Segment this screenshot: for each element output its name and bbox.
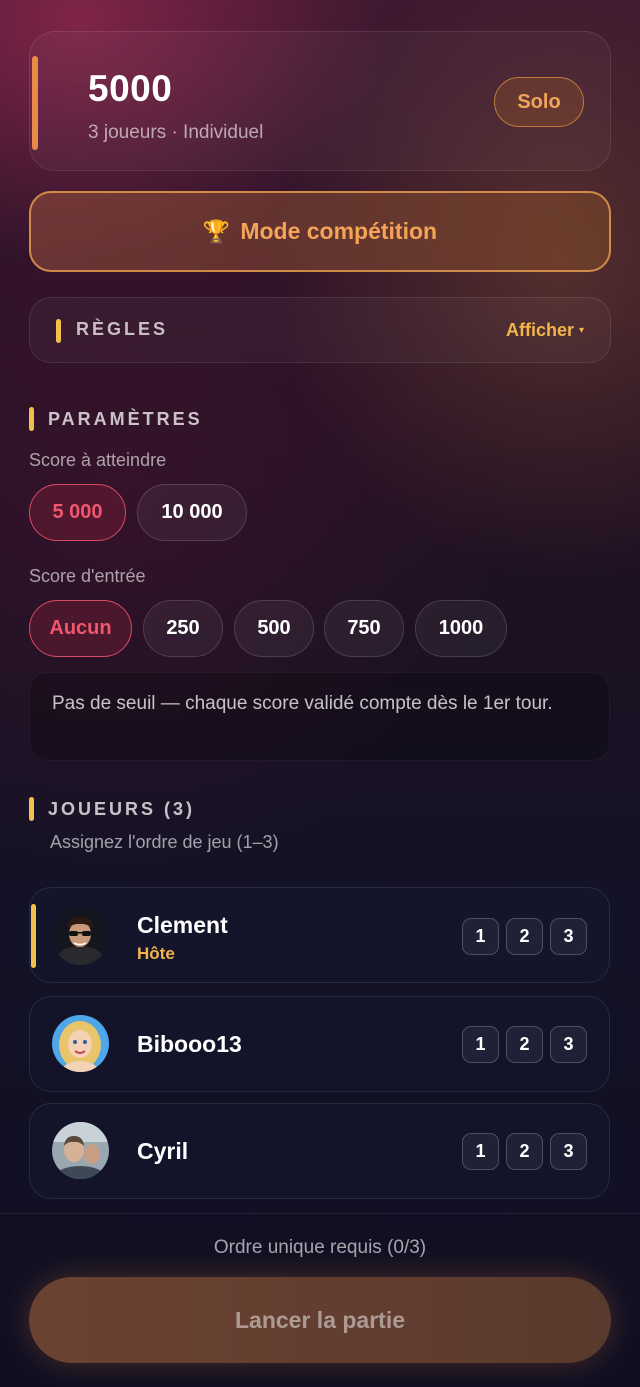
player-row-cyril: Cyril 1 2 3	[29, 1103, 610, 1199]
order-button-1[interactable]: 1	[462, 1026, 499, 1063]
order-button-2[interactable]: 2	[506, 918, 543, 955]
competition-mode-label: Mode compétition	[240, 218, 438, 244]
target-option-5000[interactable]: 5 000	[29, 484, 126, 541]
mode-badge: Solo	[494, 77, 584, 127]
target-score-label: Score à atteindre	[29, 450, 167, 470]
player-row-bibooo13: Bibooo13 1 2 3	[29, 996, 610, 1092]
entry-score-label: Score d'entrée	[29, 566, 146, 586]
order-button-3[interactable]: 3	[550, 1133, 587, 1170]
game-title: 5000	[88, 68, 173, 109]
avatar-cyril	[52, 1122, 109, 1179]
threshold-info-text: Pas de seuil — chaque score validé compt…	[52, 693, 553, 714]
players-title: JOUEURS (3)	[48, 799, 196, 819]
footer-divider	[0, 1213, 640, 1214]
competition-mode-button[interactable]: 🏆 Mode compétition	[29, 191, 611, 272]
player-name: Bibooo13	[137, 1031, 242, 1057]
launch-game-button[interactable]: Lancer la partie	[29, 1277, 611, 1363]
threshold-info-box: Pas de seuil — chaque score validé compt…	[29, 672, 610, 761]
header-accent-bar	[32, 56, 38, 150]
target-option-10000[interactable]: 10 000	[137, 484, 247, 541]
player-row-clement: Clement Hôte 1 2 3	[29, 887, 610, 983]
game-subtitle: 3 joueurs · Individuel	[88, 122, 264, 143]
entry-option-750[interactable]: 750	[324, 600, 404, 657]
settings-accent-bar	[29, 407, 34, 431]
order-button-3[interactable]: 3	[550, 918, 587, 955]
player-name: Clement	[137, 912, 228, 938]
entry-option-500[interactable]: 500	[234, 600, 314, 657]
players-accent-bar	[29, 797, 34, 821]
order-button-3[interactable]: 3	[550, 1026, 587, 1063]
host-label: Hôte	[137, 944, 175, 963]
rules-title: RÈGLES	[76, 319, 169, 339]
entry-option-aucun[interactable]: Aucun	[29, 600, 132, 657]
order-button-1[interactable]: 1	[462, 918, 499, 955]
host-accent-bar	[31, 904, 36, 968]
avatar-clement	[52, 908, 109, 965]
rules-section: RÈGLES Afficher ▾	[29, 297, 611, 363]
game-summary-card: 5000 3 joueurs · Individuel Solo	[29, 31, 611, 171]
player-name: Cyril	[137, 1138, 189, 1164]
rules-toggle-label: Afficher	[505, 320, 574, 340]
rules-accent-bar	[56, 319, 61, 343]
avatar-bibooo13	[52, 1015, 109, 1072]
players-subtitle: Assignez l'ordre de jeu (1–3)	[50, 832, 279, 852]
rules-toggle-button[interactable]: Afficher ▾	[506, 320, 584, 341]
entry-option-250[interactable]: 250	[143, 600, 223, 657]
order-button-2[interactable]: 2	[506, 1026, 543, 1063]
order-button-2[interactable]: 2	[506, 1133, 543, 1170]
order-button-1[interactable]: 1	[462, 1133, 499, 1170]
settings-title: PARAMÈTRES	[48, 409, 203, 429]
chevron-down-icon: ▾	[578, 325, 584, 336]
order-status-text: Ordre unique requis (0/3)	[213, 1237, 427, 1258]
entry-option-1000[interactable]: 1000	[415, 600, 507, 657]
trophy-icon: 🏆	[202, 218, 231, 244]
